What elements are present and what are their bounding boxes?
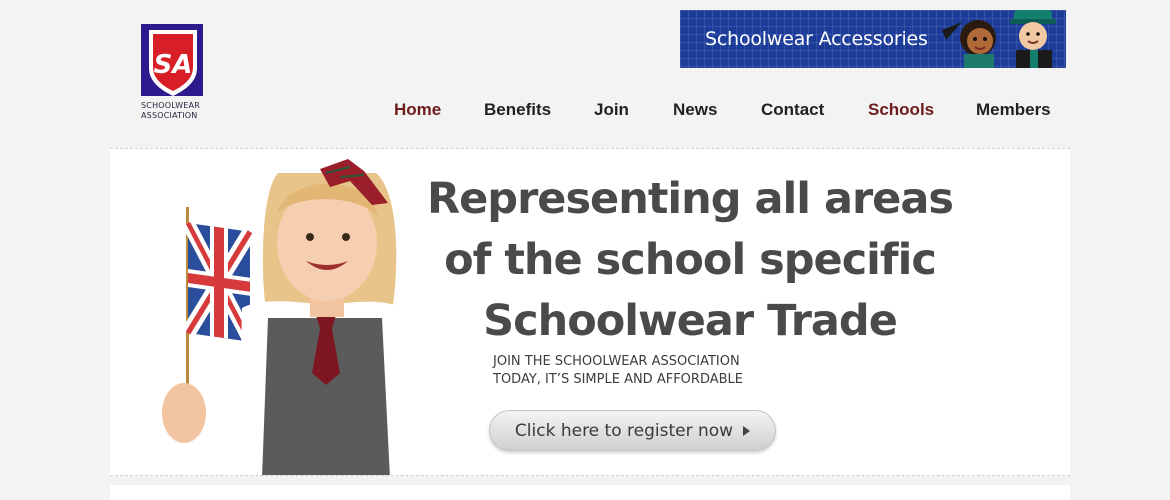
nav-join[interactable]: Join (594, 100, 629, 120)
content-panel-top (110, 485, 1070, 500)
nav-members[interactable]: Members (976, 100, 1051, 120)
shield-logo-icon: SA (141, 24, 203, 96)
hero-headline: Representing all areas of the school spe… (400, 169, 980, 352)
nav-benefits[interactable]: Benefits (484, 100, 551, 120)
nav-news[interactable]: News (673, 100, 717, 120)
nav-home[interactable]: Home (394, 100, 441, 120)
headline-line-1: Representing all areas (427, 174, 954, 224)
play-arrow-icon (743, 425, 751, 436)
schoolwear-accessories-banner[interactable]: Schoolwear Accessories (680, 10, 1066, 68)
hero-subtext: JOIN THE SCHOOLWEAR ASSOCIATION TODAY, I… (493, 353, 743, 389)
subtext-line-2: TODAY, IT’S SIMPLE AND AFFORDABLE (493, 372, 743, 387)
main-nav: Home Benefits Join News Contact Schools … (0, 100, 1170, 120)
register-button-label: Click here to register now (514, 420, 734, 441)
headline-line-2: of the school specific (444, 235, 937, 285)
svg-text:SA: SA (154, 50, 193, 80)
nav-contact[interactable]: Contact (761, 100, 824, 120)
nav-schools[interactable]: Schools (868, 100, 934, 120)
cartoon-kids-icon (942, 10, 1056, 68)
headline-line-3: Schoolwear Trade (483, 296, 898, 346)
subtext-line-1: JOIN THE SCHOOLWEAR ASSOCIATION (493, 354, 740, 369)
register-button[interactable]: Click here to register now (489, 410, 776, 451)
hero-panel: Representing all areas of the school spe… (110, 148, 1070, 476)
banner-text: Schoolwear Accessories (705, 28, 928, 50)
